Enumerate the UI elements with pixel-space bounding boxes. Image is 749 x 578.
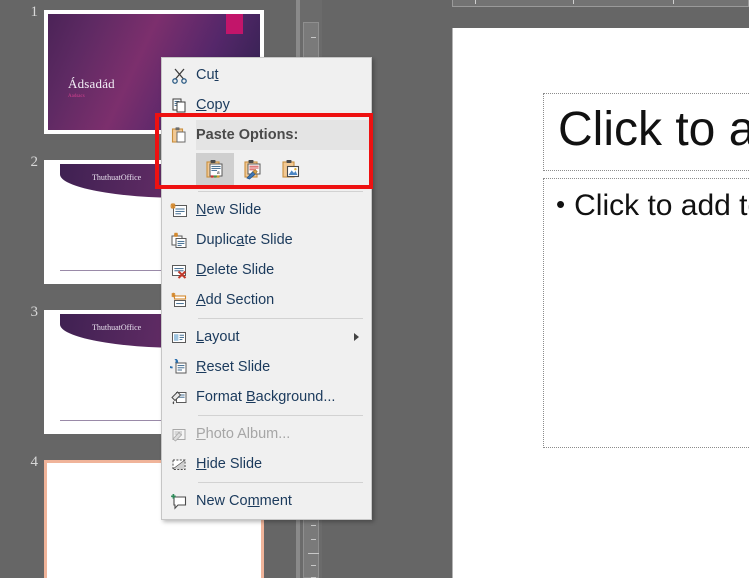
slide-3-title: ThuthuatOffice <box>92 323 141 332</box>
body-placeholder-text: Click to add text <box>574 189 749 222</box>
reset-slide-icon <box>162 352 196 382</box>
scissors-icon <box>162 60 196 90</box>
body-placeholder[interactable]: • Click to add text <box>543 178 749 448</box>
slide-1-subtitle: Aadsacs <box>68 94 85 99</box>
menu-separator-2 <box>198 318 363 319</box>
menu-item-duplicate-slide[interactable]: Duplicate Slide <box>162 225 371 255</box>
horizontal-ruler <box>452 0 749 7</box>
menu-item-add-section-label: Add Section <box>196 292 274 308</box>
menu-item-reset-slide-label: Reset Slide <box>196 359 270 375</box>
slide-1-title: Ádsadád <box>68 76 115 92</box>
add-section-icon <box>162 285 196 315</box>
title-placeholder-text: Click to add title <box>558 102 749 157</box>
menu-item-reset-slide[interactable]: Reset Slide <box>162 352 371 382</box>
bullet-glyph: • <box>556 189 565 220</box>
slide-number-4: 4 <box>12 454 38 471</box>
menu-item-duplicate-slide-label: Duplicate Slide <box>196 232 293 248</box>
slide-number-3: 3 <box>12 304 38 321</box>
powerpoint-window: 1 Ádsadád Aadsacs 2 ThuthuatOffice <box>0 0 749 578</box>
delete-slide-icon <box>162 255 196 285</box>
new-slide-icon <box>162 195 196 225</box>
menu-item-delete-slide-label: Delete Slide <box>196 262 274 278</box>
menu-item-photo-album-label: Photo Album... <box>196 426 290 442</box>
slide-number-2: 2 <box>12 154 38 171</box>
hide-slide-icon <box>162 449 196 479</box>
clipboard-icon <box>162 120 196 150</box>
menu-item-cut[interactable]: Cut <box>162 60 371 90</box>
menu-item-format-background[interactable]: Format Background... <box>162 382 371 412</box>
title-placeholder[interactable]: Click to add title <box>543 93 749 171</box>
paste-destination-theme-icon[interactable]: a <box>196 153 234 185</box>
chevron-right-icon <box>354 333 359 341</box>
slide-editing-area[interactable]: Click to add title • Click to add text <box>452 28 749 578</box>
photo-album-icon <box>162 419 196 449</box>
slide-context-menu[interactable]: Cut Copy <box>161 57 372 520</box>
menu-item-copy-label: Copy <box>196 97 230 113</box>
paste-keep-source-icon[interactable] <box>234 153 272 185</box>
paste-options-label: Paste Options: <box>196 127 298 143</box>
menu-item-layout-label: Layout <box>196 329 240 345</box>
layout-icon <box>162 322 196 352</box>
body-placeholder-line: • Click to add text <box>556 189 749 223</box>
menu-separator-3 <box>198 415 363 416</box>
menu-item-new-comment-label: New Comment <box>196 493 292 509</box>
menu-item-hide-slide-label: Hide Slide <box>196 456 262 472</box>
menu-item-copy[interactable]: Copy <box>162 90 371 120</box>
slide-1-accent-bar <box>226 14 243 34</box>
menu-item-format-background-label: Format Background... <box>196 389 335 405</box>
menu-item-new-slide[interactable]: New Slide <box>162 195 371 225</box>
svg-text:a: a <box>217 170 220 176</box>
new-comment-icon <box>162 486 196 516</box>
paste-options-buttons[interactable]: a <box>162 150 371 188</box>
menu-item-add-section[interactable]: Add Section <box>162 285 371 315</box>
format-background-icon <box>162 382 196 412</box>
menu-item-cut-label: Cut <box>196 67 219 83</box>
slide-number-1: 1 <box>12 4 38 21</box>
menu-item-delete-slide[interactable]: Delete Slide <box>162 255 371 285</box>
slide-2-title: ThuthuatOffice <box>92 173 141 182</box>
menu-separator-1 <box>198 191 363 192</box>
menu-item-new-comment[interactable]: New Comment <box>162 486 371 516</box>
duplicate-slide-icon <box>162 225 196 255</box>
menu-item-layout[interactable]: Layout <box>162 322 371 352</box>
copy-icon <box>162 90 196 120</box>
menu-separator-4 <box>198 482 363 483</box>
menu-item-photo-album: Photo Album... <box>162 419 371 449</box>
menu-item-hide-slide[interactable]: Hide Slide <box>162 449 371 479</box>
menu-item-new-slide-label: New Slide <box>196 202 261 218</box>
paste-picture-icon[interactable] <box>272 153 310 185</box>
paste-options-header: Paste Options: <box>162 120 371 150</box>
